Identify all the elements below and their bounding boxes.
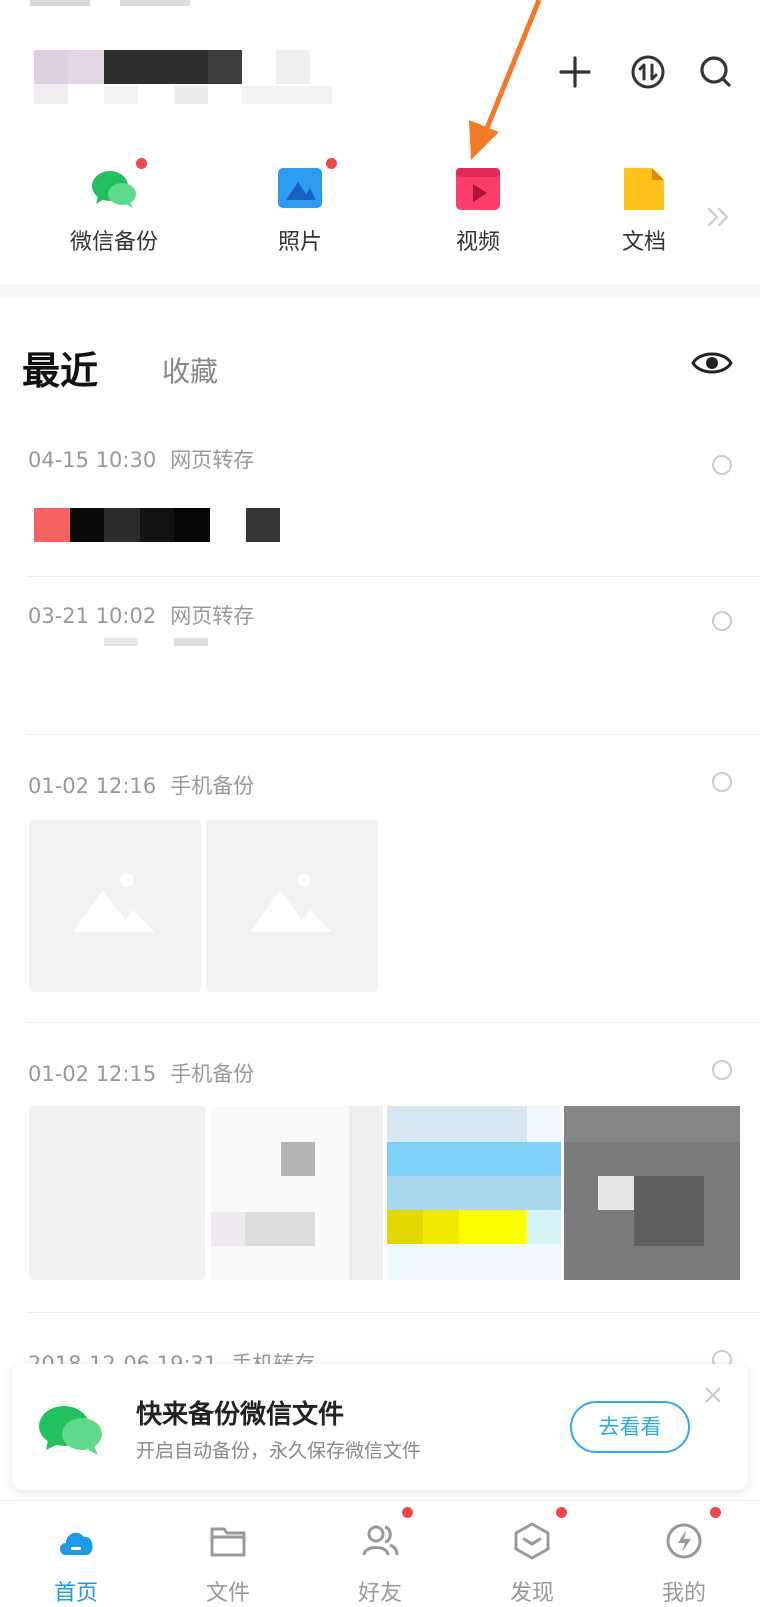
nav-friends[interactable]: 好友 — [320, 1507, 440, 1606]
discover-icon — [514, 1522, 550, 1560]
folder-icon — [210, 1527, 246, 1557]
select-radio[interactable] — [712, 772, 732, 792]
nav-label: 文件 — [205, 1581, 250, 1606]
image-thumbnail-blurred[interactable] — [29, 1106, 205, 1280]
record-time: 04-15 10:30 — [28, 448, 157, 472]
record-filename-blurred[interactable] — [34, 508, 284, 542]
banner-title: 快来备份微信文件 — [136, 1400, 345, 1430]
close-icon[interactable] — [702, 1384, 724, 1406]
bottom-nav: 首页 文件 好友 发现 我的 — [0, 1500, 760, 1606]
category-label: 文档 — [621, 230, 666, 255]
category-label: 照片 — [277, 230, 322, 255]
profile-icon — [666, 1523, 702, 1559]
plus-icon — [559, 56, 591, 88]
record-filename-blurred[interactable] — [104, 638, 244, 648]
row-divider — [26, 1022, 760, 1023]
cloud-home-icon — [60, 1532, 93, 1555]
category-label: 微信备份 — [69, 230, 158, 255]
record-header: 01-02 12:16 手机备份 — [28, 770, 254, 800]
image-thumbnail[interactable] — [29, 820, 201, 992]
record-source: 网页转存 — [170, 604, 255, 628]
eye-icon[interactable] — [690, 346, 734, 380]
nav-profile[interactable]: 我的 — [624, 1507, 744, 1606]
nav-label: 首页 — [53, 1581, 98, 1606]
record-header: 01-02 12:15 手机备份 — [28, 1058, 254, 1088]
image-thumbnail-blurred[interactable] — [211, 1106, 383, 1280]
banner-view-button[interactable]: 去看看 — [570, 1401, 690, 1453]
annotation-arrow — [469, 0, 542, 160]
chevron-double-right-icon[interactable] — [706, 206, 732, 228]
add-button[interactable] — [553, 50, 597, 94]
row-divider — [26, 734, 760, 735]
nav-home[interactable]: 首页 — [16, 1513, 136, 1606]
select-radio[interactable] — [712, 1060, 732, 1080]
record-header: 04-15 10:30 网页转存 — [28, 444, 254, 474]
row-divider — [26, 1312, 760, 1313]
image-thumbnail[interactable] — [206, 820, 378, 992]
nav-discover[interactable]: 发现 — [472, 1507, 592, 1606]
nav-label: 好友 — [357, 1581, 402, 1606]
transfer-button[interactable] — [626, 50, 670, 94]
nav-label: 发现 — [509, 1581, 554, 1606]
row-divider — [26, 576, 760, 577]
photo-icon — [278, 168, 322, 208]
record-source: 手机备份 — [170, 1062, 255, 1086]
status-strip — [0, 0, 760, 12]
image-thumbnail-blurred[interactable] — [387, 1106, 561, 1280]
tab-favorites[interactable]: 收藏 — [162, 350, 218, 390]
document-icon — [624, 168, 664, 210]
category-photos[interactable]: 照片 — [240, 158, 360, 258]
search-button[interactable] — [694, 50, 738, 94]
badge-dot — [326, 158, 337, 169]
badge-dot — [710, 1507, 721, 1518]
tab-recent[interactable]: 最近 — [22, 340, 98, 395]
video-icon — [456, 168, 500, 210]
section-separator — [0, 284, 760, 298]
select-radio[interactable] — [712, 455, 732, 475]
record-source: 网页转存 — [170, 448, 255, 472]
nav-label: 我的 — [661, 1581, 706, 1606]
account-info-blurred[interactable] — [34, 50, 334, 112]
select-radio[interactable] — [712, 611, 732, 631]
category-videos[interactable]: 视频 — [418, 158, 538, 258]
image-thumbnail-blurred[interactable] — [564, 1106, 740, 1280]
wechat-backup-banner[interactable]: 快来备份微信文件 开启自动备份，永久保存微信文件 去看看 — [12, 1364, 748, 1490]
record-time: 01-02 12:15 — [28, 1062, 157, 1086]
friends-icon — [362, 1525, 399, 1556]
category-documents[interactable]: 文档 — [584, 158, 704, 258]
image-placeholder-icon — [73, 873, 155, 932]
search-icon — [700, 56, 731, 87]
wechat-icon — [92, 171, 136, 208]
category-label: 视频 — [455, 230, 500, 255]
badge-dot — [402, 1507, 413, 1518]
transfer-icon — [631, 55, 665, 89]
badge-dot — [136, 158, 147, 169]
record-source: 手机备份 — [170, 774, 255, 798]
nav-files[interactable]: 文件 — [168, 1513, 288, 1606]
record-header: 03-21 10:02 网页转存 — [28, 600, 254, 630]
record-time: 03-21 10:02 — [28, 604, 157, 628]
category-wechat-backup[interactable]: 微信备份 — [54, 158, 174, 258]
image-placeholder-icon — [250, 873, 332, 932]
record-time: 01-02 12:16 — [28, 774, 157, 798]
banner-subtitle: 开启自动备份，永久保存微信文件 — [136, 1440, 422, 1462]
wechat-icon — [39, 1406, 102, 1455]
badge-dot — [556, 1507, 567, 1518]
